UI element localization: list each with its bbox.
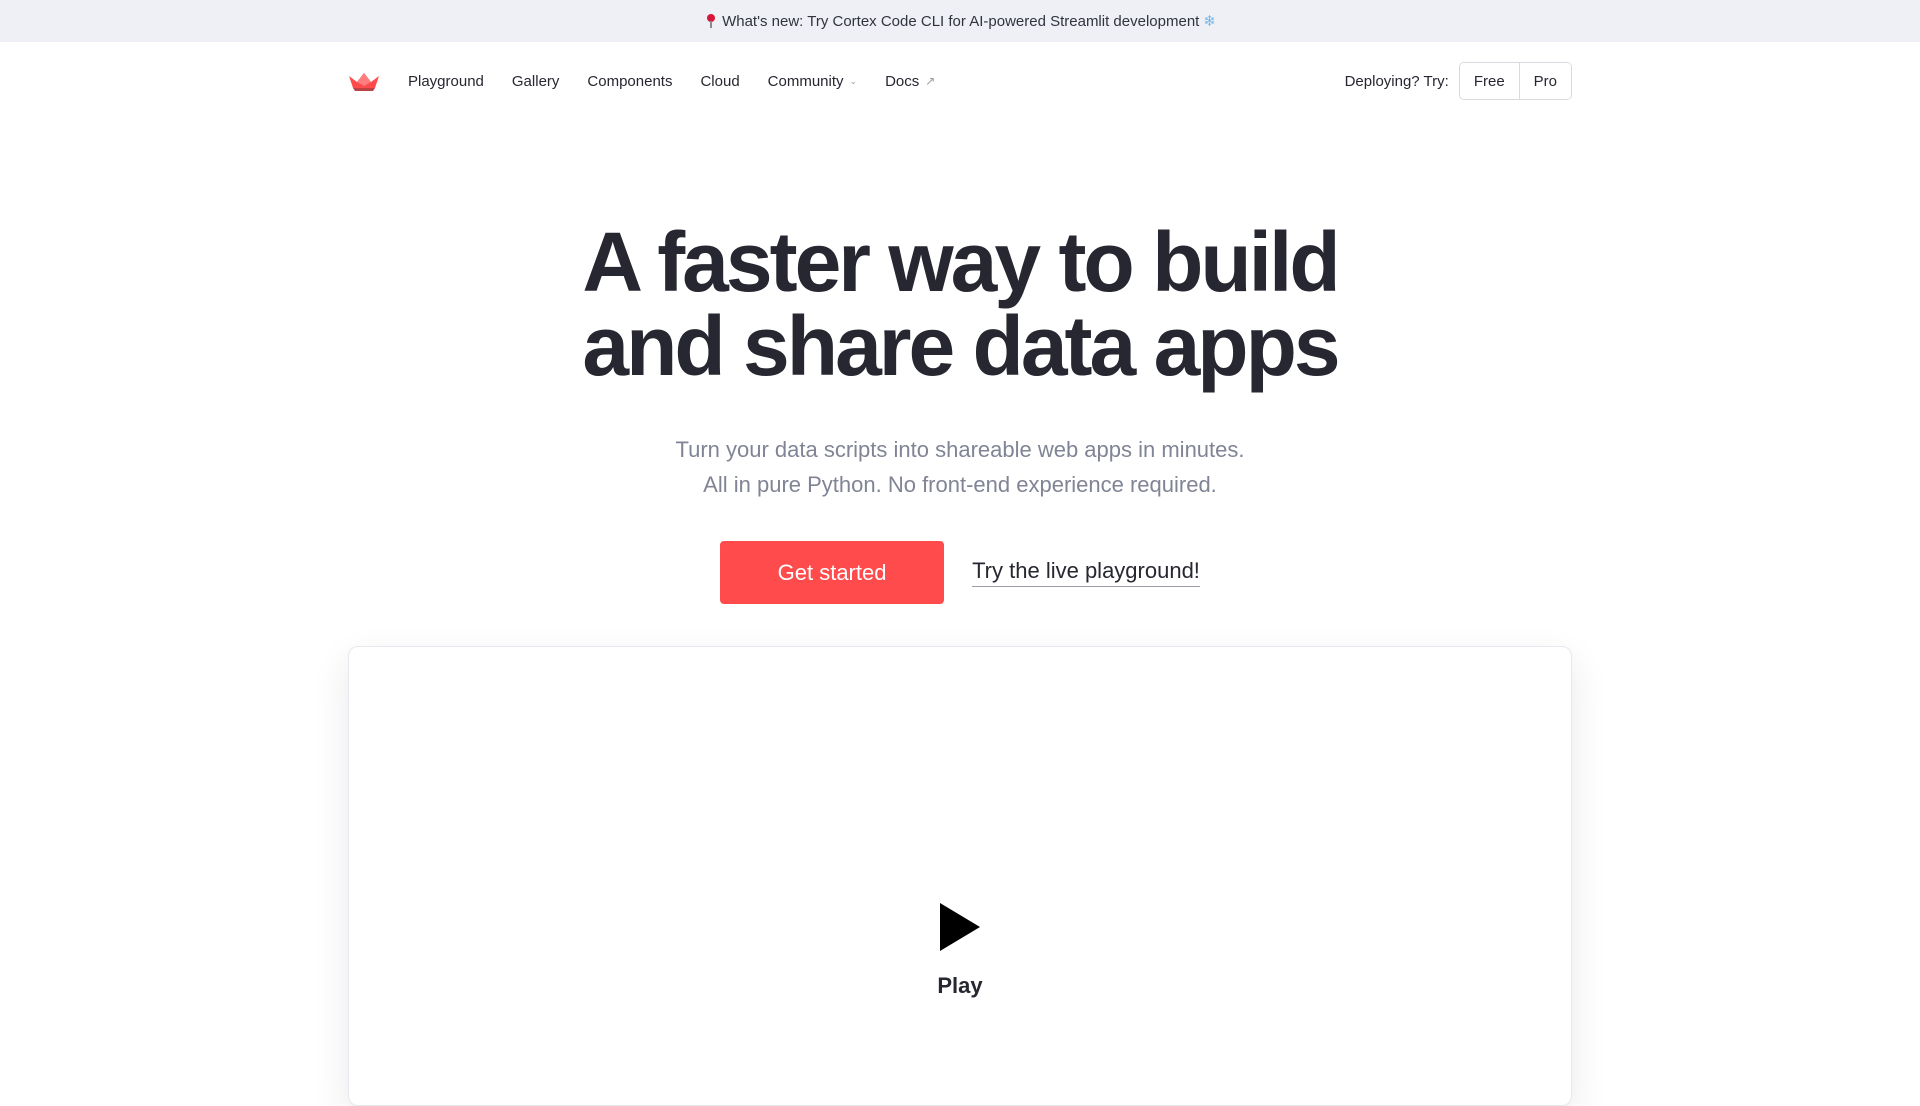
demo-video-card[interactable]: Play — [348, 646, 1572, 1106]
nav-link-playground[interactable]: Playground — [408, 73, 484, 90]
nav-link-gallery[interactable]: Gallery — [512, 73, 560, 90]
hero-title: A faster way to build and share data app… — [0, 220, 1920, 388]
hero-subtitle-line-2: All in pure Python. No front-end experie… — [703, 472, 1217, 497]
nav-link-label: Playground — [408, 72, 484, 90]
hero-subtitle-line-1: Turn your data scripts into shareable we… — [675, 437, 1245, 462]
live-playground-link[interactable]: Try the live playground! — [972, 558, 1200, 587]
hero-title-line-2: and share data apps — [582, 299, 1340, 393]
cta-row: Get started Try the live playground! — [0, 541, 1920, 604]
play-icon[interactable] — [938, 901, 982, 953]
pin-icon — [704, 13, 718, 29]
play-control[interactable]: Play — [349, 901, 1571, 999]
deploy-options: Deploying? Try: Free Pro — [1345, 62, 1572, 100]
nav-links: Playground Gallery Components Cloud Comm… — [408, 73, 963, 90]
nav-link-label: Gallery — [511, 72, 560, 90]
nav-link-components[interactable]: Components — [587, 73, 672, 90]
nav-link-label: Cloud — [700, 72, 740, 90]
deploy-label: Deploying? Try: — [1344, 72, 1449, 90]
nav-link-label: Community — [767, 72, 844, 90]
hero-title-line-1: A faster way to build — [582, 215, 1340, 309]
nav-link-docs[interactable]: Docs ↗ — [885, 73, 935, 90]
streamlit-logo-icon[interactable] — [348, 70, 380, 92]
top-nav: Playground Gallery Components Cloud Comm… — [348, 62, 1572, 100]
free-button[interactable]: Free — [1459, 63, 1519, 99]
snowflake-icon: ❄ — [1203, 13, 1216, 30]
nav-link-label: Docs — [885, 72, 920, 90]
chevron-down-icon: ⌄ — [849, 75, 858, 86]
deploy-button-group: Free Pro — [1458, 62, 1572, 100]
hero-subtitle: Turn your data scripts into shareable we… — [0, 432, 1920, 502]
play-label[interactable]: Play — [937, 973, 982, 999]
nav-link-community[interactable]: Community ⌄ — [768, 73, 857, 90]
get-started-button[interactable]: Get started — [720, 541, 945, 604]
external-link-icon: ↗ — [925, 74, 936, 88]
nav-link-label: Components — [587, 72, 673, 90]
nav-link-cloud[interactable]: Cloud — [700, 73, 739, 90]
pro-button[interactable]: Pro — [1518, 63, 1571, 99]
announcement-banner[interactable]: What's new: Try Cortex Code CLI for AI-p… — [0, 0, 1920, 42]
announcement-text[interactable]: What's new: Try Cortex Code CLI for AI-p… — [722, 13, 1199, 30]
